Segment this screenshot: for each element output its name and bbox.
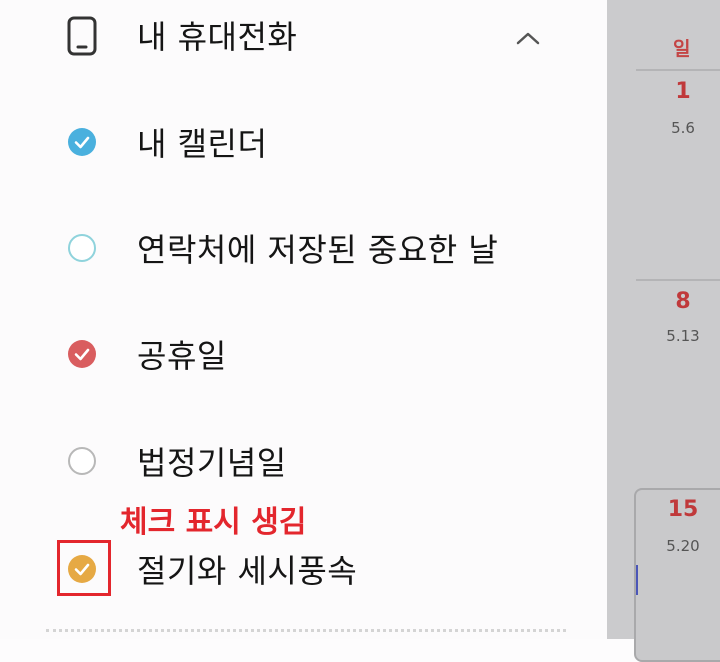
lunar-date: 5.20 [666,537,700,555]
calendar-item-public-holidays[interactable]: 공휴일 [0,324,607,384]
annotation-text: 체크 표시 생김 [120,505,307,540]
lunar-date: 5.13 [666,327,700,345]
calendar-item-label: 공휴일 [137,337,227,375]
lunar-date: 5.6 [671,119,695,137]
calendar-item-label: 법정기념일 [137,444,287,482]
chevron-up-icon[interactable] [515,30,541,50]
calendar-list-panel: 내 휴대전화 내 캘린더 연락처에 저장된 중요한 날 공휴일 법정기념일 절기… [0,0,607,639]
calendar-item-legal-anniversaries[interactable]: 법정기념일 [0,431,607,491]
calendar-item-label: 내 캘린더 [137,125,268,163]
divider [46,629,566,632]
calendar-date[interactable]: 8 [653,289,713,314]
divider [636,69,720,71]
section-title: 내 휴대전화 [137,18,298,56]
checked-icon[interactable] [68,128,96,156]
phone-icon [66,16,98,60]
day-header-sunday: 일 [673,38,691,60]
unchecked-icon[interactable] [68,234,96,262]
unchecked-icon[interactable] [68,447,96,475]
calendar-item-label: 절기와 세시풍속 [137,552,358,590]
divider [636,279,720,281]
calendar-item-contacts-important-dates[interactable]: 연락처에 저장된 중요한 날 [0,218,607,278]
annotation-highlight-box [57,540,111,596]
section-header-my-phone[interactable]: 내 휴대전화 [0,5,607,65]
calendar-date[interactable]: 15 [653,497,713,522]
calendar-item-label: 연락처에 저장된 중요한 날 [137,231,499,269]
checked-icon[interactable] [68,340,96,368]
event-marker [636,565,638,595]
calendar-item-my-calendar[interactable]: 내 캘린더 [0,112,607,172]
calendar-date[interactable]: 1 [653,79,713,104]
